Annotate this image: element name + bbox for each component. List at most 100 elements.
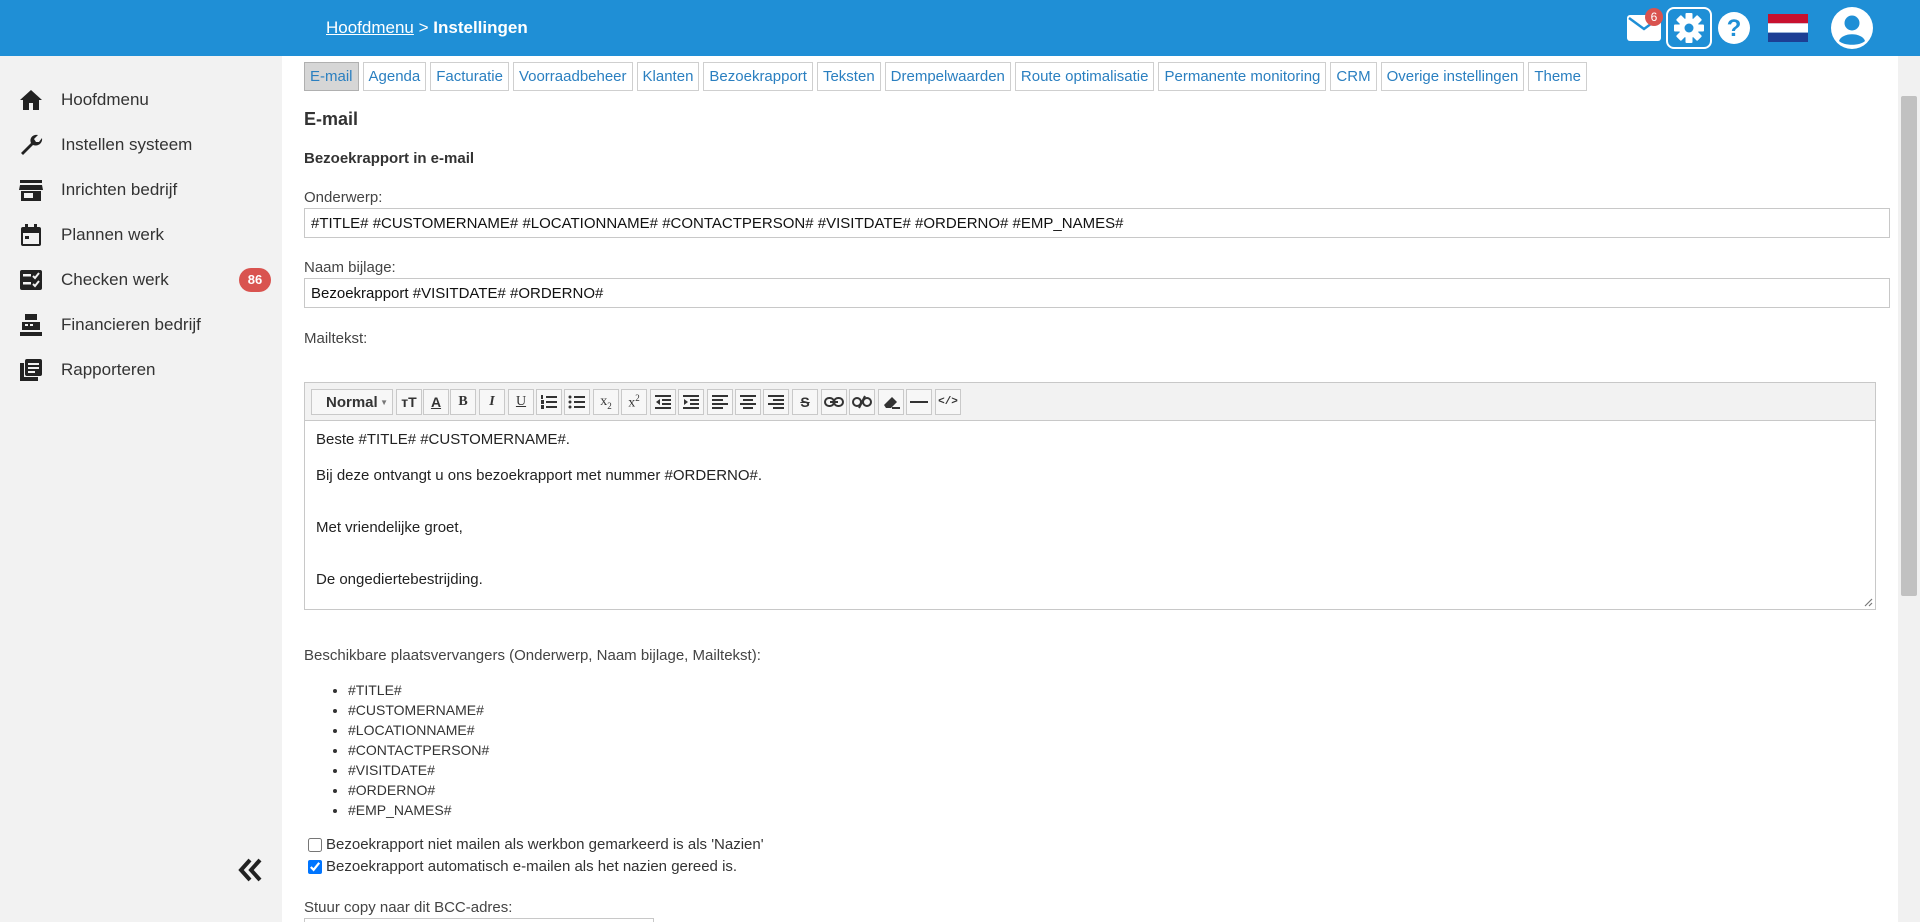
tab-drempelwaarden[interactable]: Drempelwaarden: [884, 62, 1011, 91]
link-button[interactable]: [821, 389, 847, 415]
placeholder-item: #CUSTOMERNAME#: [348, 700, 489, 720]
scrollbar-thumb[interactable]: [1901, 96, 1917, 596]
format-dropdown[interactable]: Normal ▼: [311, 389, 393, 415]
breadcrumb-separator: >: [413, 18, 434, 37]
calendar-icon: [21, 224, 41, 246]
attachment-name-label: Naam bijlage:: [304, 259, 396, 276]
user-menu-button[interactable]: [1828, 7, 1876, 49]
sidebar-item-label: Rapporteren: [61, 360, 156, 379]
source-code-button[interactable]: </>: [935, 389, 961, 415]
editor-body[interactable]: Beste #TITLE# #CUSTOMERNAME#. Bij deze o…: [305, 421, 1875, 609]
sidebar: Hoofdmenu Instellen systeem Inrichten be…: [0, 56, 282, 922]
tab-agenda[interactable]: Agenda: [362, 62, 427, 91]
bold-icon: B: [458, 394, 468, 409]
tab-overige-instellingen[interactable]: Overige instellingen: [1380, 62, 1525, 91]
mailtext-label: Mailtekst:: [304, 330, 368, 347]
sidebar-item-label: Inrichten bedrijf: [61, 180, 178, 199]
align-right-icon: [768, 395, 784, 409]
align-center-button[interactable]: [735, 389, 761, 415]
subject-input[interactable]: [304, 208, 1890, 238]
placeholder-item: #VISITDATE#: [348, 760, 489, 780]
text-color-icon: A: [430, 394, 442, 410]
tab-permanente-monitoring[interactable]: Permanente monitoring: [1158, 62, 1327, 91]
font-color-button[interactable]: A: [423, 389, 449, 415]
no-mail-when-review-label: Bezoekrapport niet mailen als werkbon ge…: [326, 836, 764, 853]
tab-e-mail[interactable]: E-mail: [304, 62, 359, 91]
align-left-button[interactable]: [707, 389, 733, 415]
tab-voorraadbeheer[interactable]: Voorraadbeheer: [512, 62, 633, 91]
auto-mail-after-review-label: Bezoekrapport automatisch e-mailen als h…: [326, 858, 738, 875]
tab-facturatie[interactable]: Facturatie: [430, 62, 509, 91]
wrench-icon: [21, 134, 43, 155]
subject-label: Onderwerp:: [304, 189, 383, 206]
italic-button[interactable]: I: [479, 389, 505, 415]
underline-button[interactable]: U: [508, 389, 534, 415]
editor-line: Met vriendelijke groet,: [316, 519, 463, 536]
double-chevron-left-icon[interactable]: [232, 852, 268, 888]
unlink-button[interactable]: [849, 389, 875, 415]
sidebar-item-checken-werk[interactable]: Checken werk 86: [0, 258, 282, 302]
sidebar-item-financieren-bedrijf[interactable]: Financieren bedrijf: [0, 303, 282, 347]
checken-werk-count-badge: 86: [239, 268, 271, 292]
placeholder-item: #EMP_NAMES#: [348, 800, 489, 820]
settings-button[interactable]: [1666, 7, 1712, 49]
strikethrough-button[interactable]: S: [792, 389, 818, 415]
auto-mail-after-review-checkbox[interactable]: [308, 859, 322, 874]
tab-crm[interactable]: CRM: [1330, 62, 1377, 91]
no-mail-when-review-checkbox[interactable]: [308, 837, 322, 852]
ordered-list-button[interactable]: [536, 389, 562, 415]
editor-toolbar: Normal ▼ тT A B I U x2 x2 S </>: [305, 383, 1875, 421]
align-right-button[interactable]: [763, 389, 789, 415]
text-size-icon: тT: [401, 394, 417, 410]
breadcrumb-link-hoofdmenu[interactable]: Hoofdmenu: [326, 18, 414, 37]
bullet-list-button[interactable]: [564, 389, 590, 415]
horizontal-rule-button[interactable]: [906, 389, 932, 415]
sidebar-item-plannen-werk[interactable]: Plannen werk: [0, 213, 282, 257]
sidebar-item-hoofdmenu[interactable]: Hoofdmenu: [0, 78, 282, 122]
sidebar-item-label: Financieren bedrijf: [61, 315, 201, 334]
horizontal-rule-icon: [910, 401, 928, 403]
bold-button[interactable]: B: [450, 389, 476, 415]
placeholders-label: Beschikbare plaatsvervangers (Onderwerp,…: [304, 647, 761, 664]
indent-icon: [683, 395, 699, 409]
tab-route-optimalisatie[interactable]: Route optimalisatie: [1014, 62, 1155, 91]
store-icon: [19, 180, 43, 201]
tab-teksten[interactable]: Teksten: [816, 62, 881, 91]
outdent-button[interactable]: [650, 389, 676, 415]
italic-icon: I: [489, 394, 495, 409]
sidebar-item-inrichten-bedrijf[interactable]: Inrichten bedrijf: [0, 168, 282, 212]
tab-klanten[interactable]: Klanten: [636, 62, 700, 91]
settings-tabs: E-mail Agenda Facturatie Voorraadbeheer Klan…: [304, 62, 1588, 91]
placeholder-item: #LOCATIONNAME#: [348, 720, 489, 740]
attachment-name-input[interactable]: [304, 278, 1890, 308]
help-icon: ?: [1718, 12, 1750, 44]
tab-bezoekrapport[interactable]: Bezoekrapport: [703, 62, 813, 91]
sidebar-item-rapporteren[interactable]: Rapporteren: [0, 348, 282, 392]
superscript-button[interactable]: x2: [621, 389, 647, 415]
bcc-input[interactable]: [304, 918, 654, 922]
subscript-button[interactable]: x2: [593, 389, 619, 415]
clear-format-button[interactable]: [878, 389, 904, 415]
tab-theme[interactable]: Theme: [1528, 62, 1588, 91]
auto-mail-after-review-option[interactable]: Bezoekrapport automatisch e-mailen als h…: [308, 858, 737, 875]
top-bar: Hoofdmenu > Instellingen 6 ?: [0, 0, 1920, 56]
font-size-button[interactable]: тT: [396, 389, 422, 415]
no-mail-when-review-option[interactable]: Bezoekrapport niet mailen als werkbon ge…: [308, 836, 764, 853]
sidebar-item-label: Checken werk: [61, 270, 169, 289]
help-button[interactable]: ?: [1712, 8, 1756, 48]
breadcrumb-current: Instellingen: [433, 18, 528, 37]
bcc-label: Stuur copy naar dit BCC-adres:: [304, 899, 513, 916]
language-button[interactable]: [1767, 8, 1809, 48]
placeholder-item: #ORDERNO#: [348, 780, 489, 800]
section-title: E-mail: [304, 109, 359, 129]
user-avatar-icon: [1831, 7, 1873, 49]
checklist-icon: [20, 270, 42, 290]
mail-count-badge: 6: [1645, 8, 1663, 26]
resize-handle-icon[interactable]: [1863, 597, 1873, 607]
indent-button[interactable]: [678, 389, 704, 415]
svg-text:?: ?: [1727, 15, 1742, 42]
editor-line: Beste #TITLE# #CUSTOMERNAME#.: [316, 431, 570, 448]
sidebar-item-instellen-systeem[interactable]: Instellen systeem: [0, 123, 282, 167]
editor-line: Bij deze ontvangt u ons bezoekrapport me…: [316, 467, 763, 484]
subsection-title: Bezoekrapport in e-mail: [304, 150, 475, 167]
